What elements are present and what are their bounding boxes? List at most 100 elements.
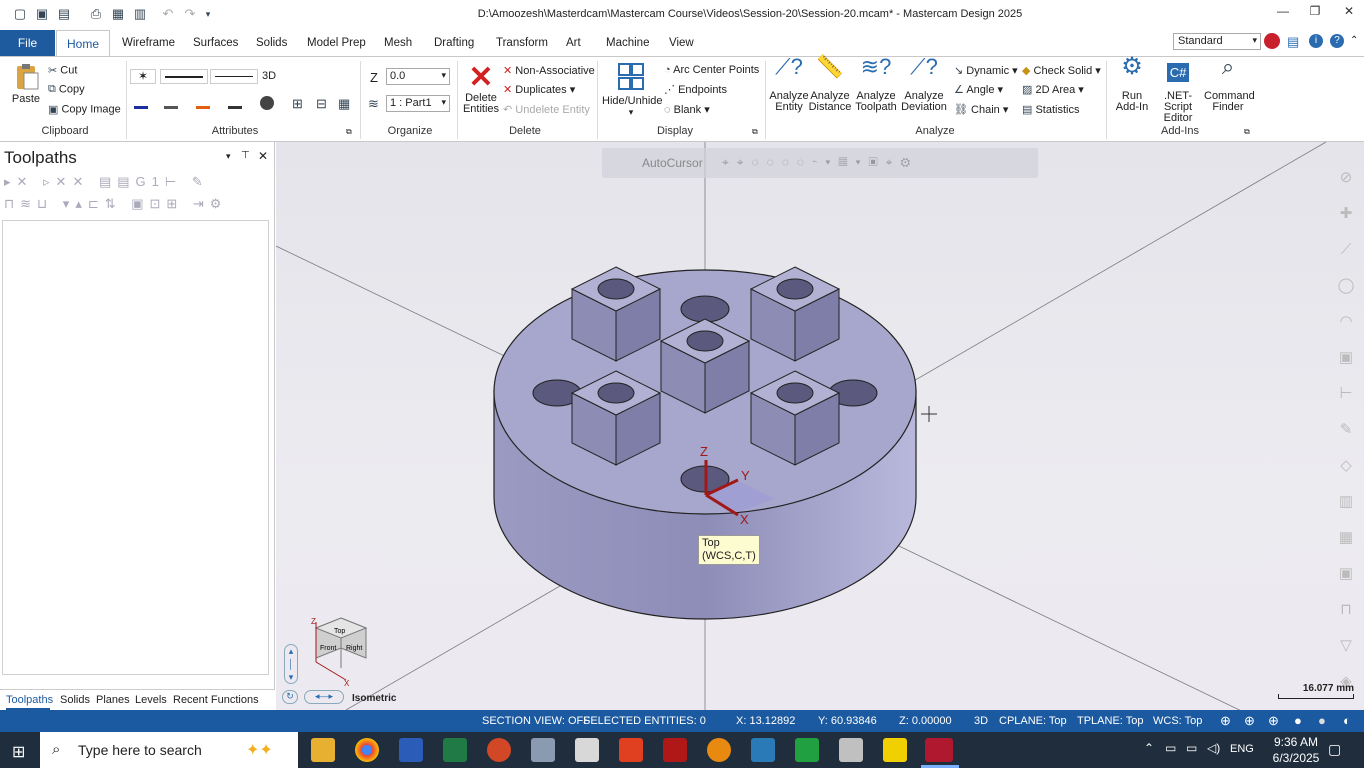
angle-button[interactable]: ∠ Angle ▾ xyxy=(954,83,1003,96)
excel-icon[interactable] xyxy=(443,738,467,762)
tab-recent-functions[interactable]: Recent Functions xyxy=(173,694,259,706)
calculator-icon[interactable] xyxy=(575,738,599,762)
tab-transform[interactable]: Transform xyxy=(496,37,548,49)
net-script-editor-button[interactable]: C# .NET-Script Editor xyxy=(1152,61,1204,124)
attributes-launcher-icon[interactable]: ⧉ xyxy=(346,127,352,137)
mode-status[interactable]: 3D xyxy=(974,715,988,727)
duplicates-button[interactable]: ✕ Duplicates ▾ xyxy=(503,83,575,96)
command-finder-button[interactable]: ⌕ Command Finder xyxy=(1204,56,1255,113)
copy-image-button[interactable]: ▣ Copy Image xyxy=(48,103,121,116)
panel-close-icon[interactable]: ✕ xyxy=(258,149,268,163)
toolpath-toolbar-row1[interactable]: ▸✕ ▹✕✕ ▤▤G1⊢ ✎ xyxy=(4,174,272,192)
tab-wireframe[interactable]: Wireframe xyxy=(122,37,175,49)
statistics-button[interactable]: ▤ Statistics xyxy=(1022,103,1079,116)
sticky-notes-icon[interactable] xyxy=(883,738,907,762)
tab-machine[interactable]: Machine xyxy=(606,37,649,49)
tab-model-prep[interactable]: Model Prep xyxy=(307,37,366,49)
help-icon[interactable]: ? xyxy=(1330,34,1344,48)
clock-time[interactable]: 9:36 AM xyxy=(1268,735,1324,749)
chain-button[interactable]: ⛓ Chain ▾ xyxy=(954,103,1008,116)
solid-color-icon[interactable] xyxy=(164,95,178,109)
tab-planes[interactable]: Planes xyxy=(96,694,130,706)
configuration-select[interactable]: Standard ▾ xyxy=(1173,33,1261,50)
analyze-entity-button[interactable]: ⟋? Analyze Entity xyxy=(768,56,810,113)
globe-3-icon[interactable]: ⊕ xyxy=(1268,713,1279,729)
cplane-status[interactable]: CPLANE: Top xyxy=(999,715,1067,727)
blank-button[interactable]: ◌ Blank ▾ xyxy=(664,103,710,116)
open-icon[interactable]: ▤ xyxy=(56,6,72,22)
word-icon[interactable] xyxy=(399,738,423,762)
tab-levels[interactable]: Levels xyxy=(135,694,167,706)
wcs-status[interactable]: WCS: Top xyxy=(1153,715,1202,727)
globe-icon[interactable]: ⊕ xyxy=(1220,713,1231,729)
copy-button[interactable]: ⧉ Copy xyxy=(48,83,85,96)
tab-art[interactable]: Art xyxy=(566,37,581,49)
panel-menu-icon[interactable]: ▾ xyxy=(226,151,231,162)
tray-chevron-icon[interactable]: ⌃ xyxy=(1144,741,1154,755)
surface-color-icon[interactable] xyxy=(196,95,210,109)
autocursor-toolbar[interactable]: AutoCursor ⌖⌖◌◌◌◌⌁▾▦▾▣⌖⚙ xyxy=(602,148,1038,178)
render-icon[interactable]: ◐ xyxy=(1343,713,1351,728)
maximize-button[interactable]: ❐ xyxy=(1300,4,1330,24)
filezilla-icon[interactable] xyxy=(663,738,687,762)
section-view-status[interactable]: SECTION VIEW: OFF xyxy=(482,715,590,727)
pin-icon[interactable]: ⊤ xyxy=(241,150,250,161)
model-view[interactable]: Z Y X Top Front Right Z X xyxy=(276,142,1364,710)
right-quick-toolbar[interactable]: ⊘✚⟋◯◠▣⊢✎◇▥▦▣⊓▽◈◌ xyxy=(1332,160,1360,710)
line-style-select[interactable] xyxy=(160,69,208,84)
tab-file[interactable]: File xyxy=(0,30,55,56)
undo-icon[interactable]: ↶ xyxy=(160,6,176,22)
wireframe-color-icon[interactable] xyxy=(134,95,148,109)
mastercam-logo-icon[interactable] xyxy=(1264,33,1280,49)
close-button[interactable]: ✕ xyxy=(1334,4,1364,24)
tab-surfaces[interactable]: Surfaces xyxy=(193,37,238,49)
collapse-ribbon-icon[interactable]: ⌃ xyxy=(1350,35,1358,46)
minimize-button[interactable]: — xyxy=(1268,4,1298,24)
paste-button[interactable]: Paste xyxy=(8,63,44,105)
dynamic-button[interactable]: ↘ Dynamic ▾ xyxy=(954,64,1018,77)
app-3-icon[interactable] xyxy=(751,738,775,762)
zoom-control[interactable]: ▴ │ ▾ xyxy=(284,644,298,684)
clock-date[interactable]: 6/3/2025 xyxy=(1266,751,1326,765)
windows-start-icon[interactable]: ⊞ xyxy=(12,742,25,762)
notifications-icon[interactable]: ▢ xyxy=(1328,741,1341,758)
info-icon[interactable]: i xyxy=(1309,34,1323,48)
app-icon[interactable] xyxy=(531,738,555,762)
graphics-viewport[interactable]: Z Y X Top Front Right Z X AutoCursor ⌖⌖◌… xyxy=(276,142,1364,710)
toolpath-tree[interactable] xyxy=(2,220,269,675)
mode-3d-toggle[interactable]: 3D xyxy=(262,70,276,82)
level-select[interactable]: 1 : Part1 ▾ xyxy=(386,95,450,112)
merge-icon[interactable]: ▥ xyxy=(132,6,148,22)
undelete-entity-button[interactable]: ↶ Undelete Entity xyxy=(503,103,590,116)
volume-icon[interactable]: ◁) xyxy=(1207,741,1220,755)
analyze-deviation-button[interactable]: ⟋? Analyze Deviation xyxy=(900,56,948,113)
print-icon[interactable]: ⎙ xyxy=(88,6,104,22)
analyze-distance-button[interactable]: 📏 Analyze Distance xyxy=(808,56,852,113)
pan-control[interactable]: ◂—▸ xyxy=(304,690,344,704)
chrome-icon[interactable] xyxy=(355,738,379,762)
set-all-icon[interactable]: ⊞ xyxy=(292,96,303,112)
toolpath-toolbar-row2[interactable]: ⊓≋⊔ ▾▴⊏⇅ ▣⊡⊞ ⇥⚙ xyxy=(4,196,272,214)
search-box[interactable]: ⌕ Type here to search ✦✦ xyxy=(40,732,298,768)
clear-colors-icon[interactable]: ⊟ xyxy=(316,96,327,112)
file-explorer-icon[interactable] xyxy=(311,738,335,762)
tab-view[interactable]: View xyxy=(669,37,694,49)
feedback-icon[interactable]: ▤ xyxy=(1287,34,1299,50)
tplane-status[interactable]: TPLANE: Top xyxy=(1077,715,1143,727)
print-preview-icon[interactable]: ▦ xyxy=(110,6,126,22)
mastercam-taskbar-icon[interactable] xyxy=(925,738,953,762)
arc-center-points-button[interactable]: ◔ Arc Center Points xyxy=(664,64,759,76)
display-launcher-icon[interactable]: ⧉ xyxy=(752,127,758,137)
camtasia-2-icon[interactable] xyxy=(795,738,819,762)
2d-area-button[interactable]: ▨ 2D Area ▾ xyxy=(1022,83,1084,96)
line-width-select[interactable] xyxy=(210,69,258,84)
language-indicator[interactable]: ENG xyxy=(1230,743,1254,755)
addins-launcher-icon[interactable]: ⧉ xyxy=(1244,127,1250,137)
calendar-icon[interactable] xyxy=(839,738,863,762)
z-depth-input[interactable]: 0.0 ▾ xyxy=(386,68,450,85)
point-style-select[interactable]: ✶ xyxy=(130,69,156,84)
tab-drafting[interactable]: Drafting xyxy=(434,37,474,49)
run-add-in-button[interactable]: ⚙ Run Add-In xyxy=(1112,55,1152,113)
material-icon[interactable] xyxy=(260,96,274,110)
tab-mesh[interactable]: Mesh xyxy=(384,37,412,49)
